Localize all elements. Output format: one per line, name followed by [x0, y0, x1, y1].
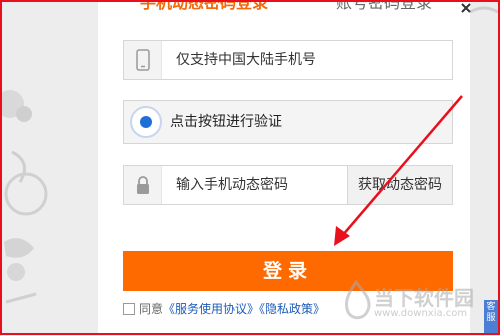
highlight-frame [0, 0, 500, 335]
